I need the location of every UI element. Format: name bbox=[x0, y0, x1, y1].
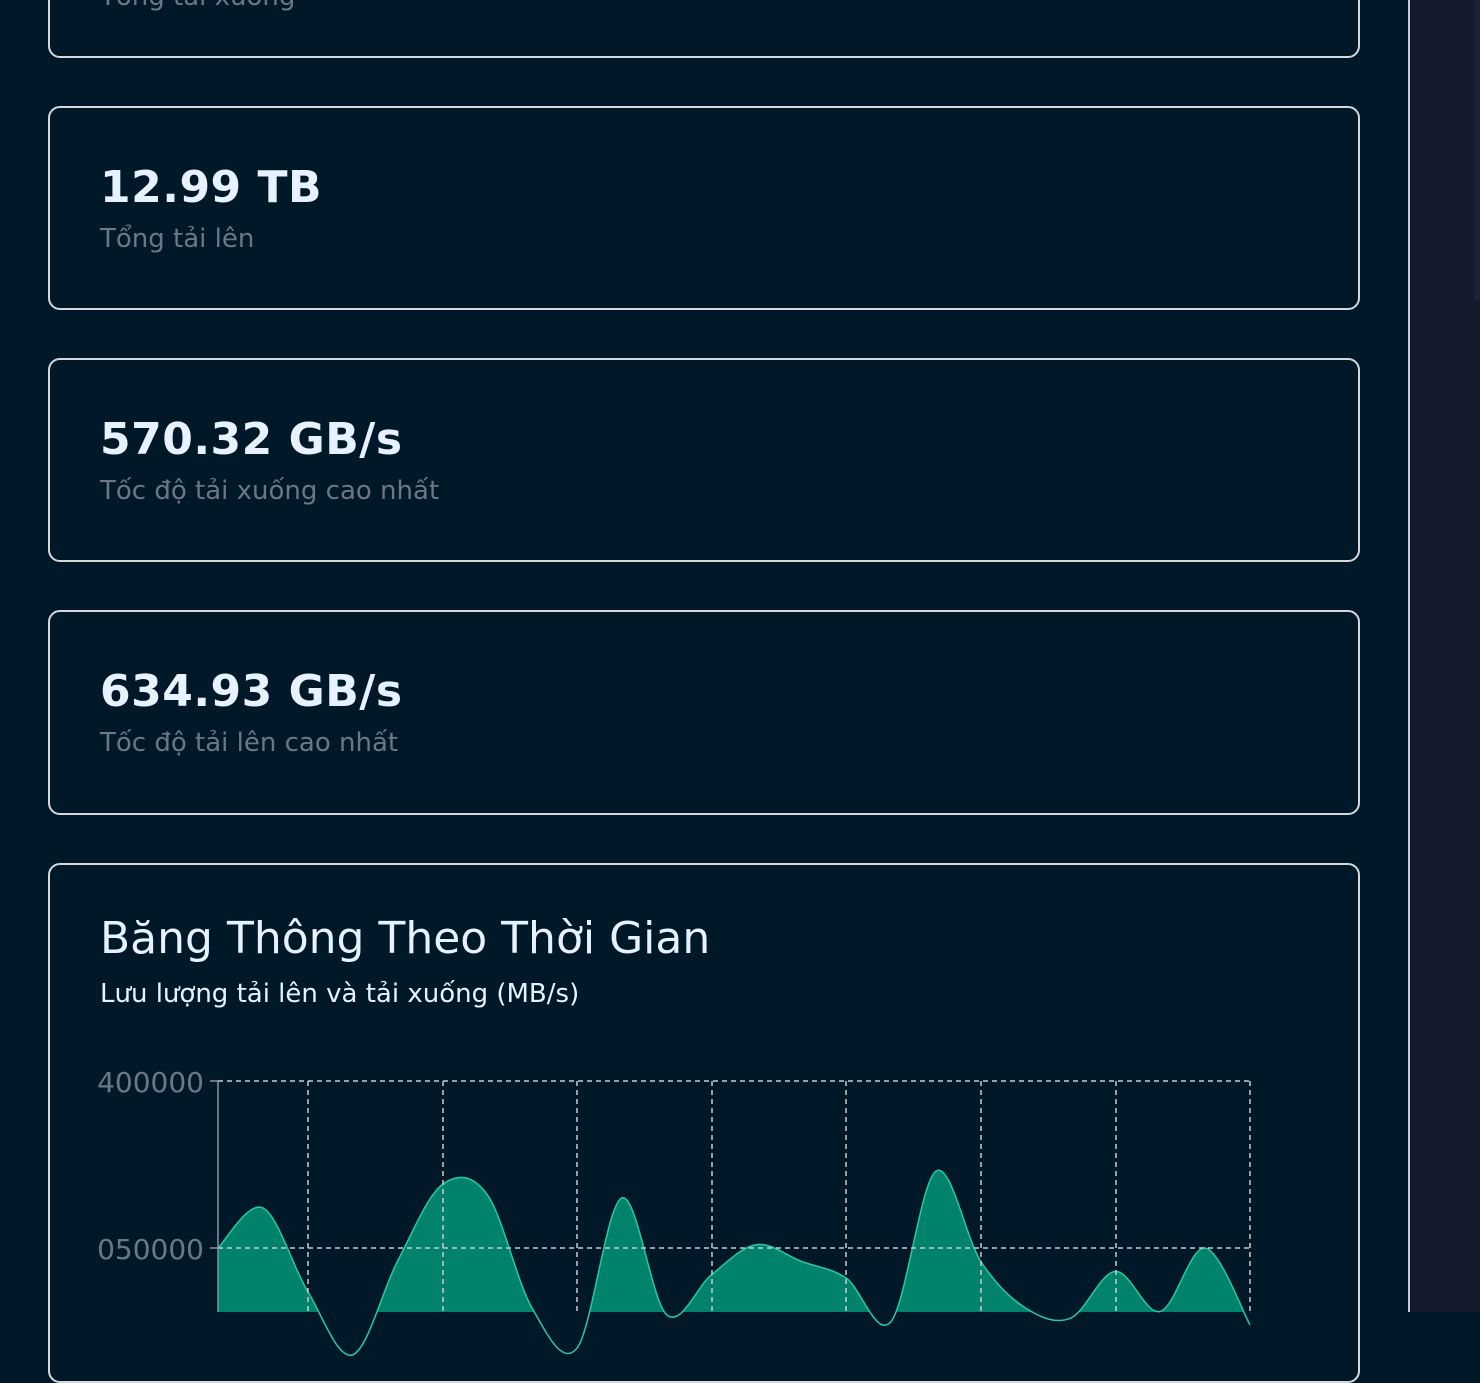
bandwidth-area-chart: 400000 050000 bbox=[97, 1066, 1251, 1356]
y-tick-label: 400000 bbox=[97, 1066, 204, 1099]
y-tick-label: 050000 bbox=[97, 1233, 204, 1266]
